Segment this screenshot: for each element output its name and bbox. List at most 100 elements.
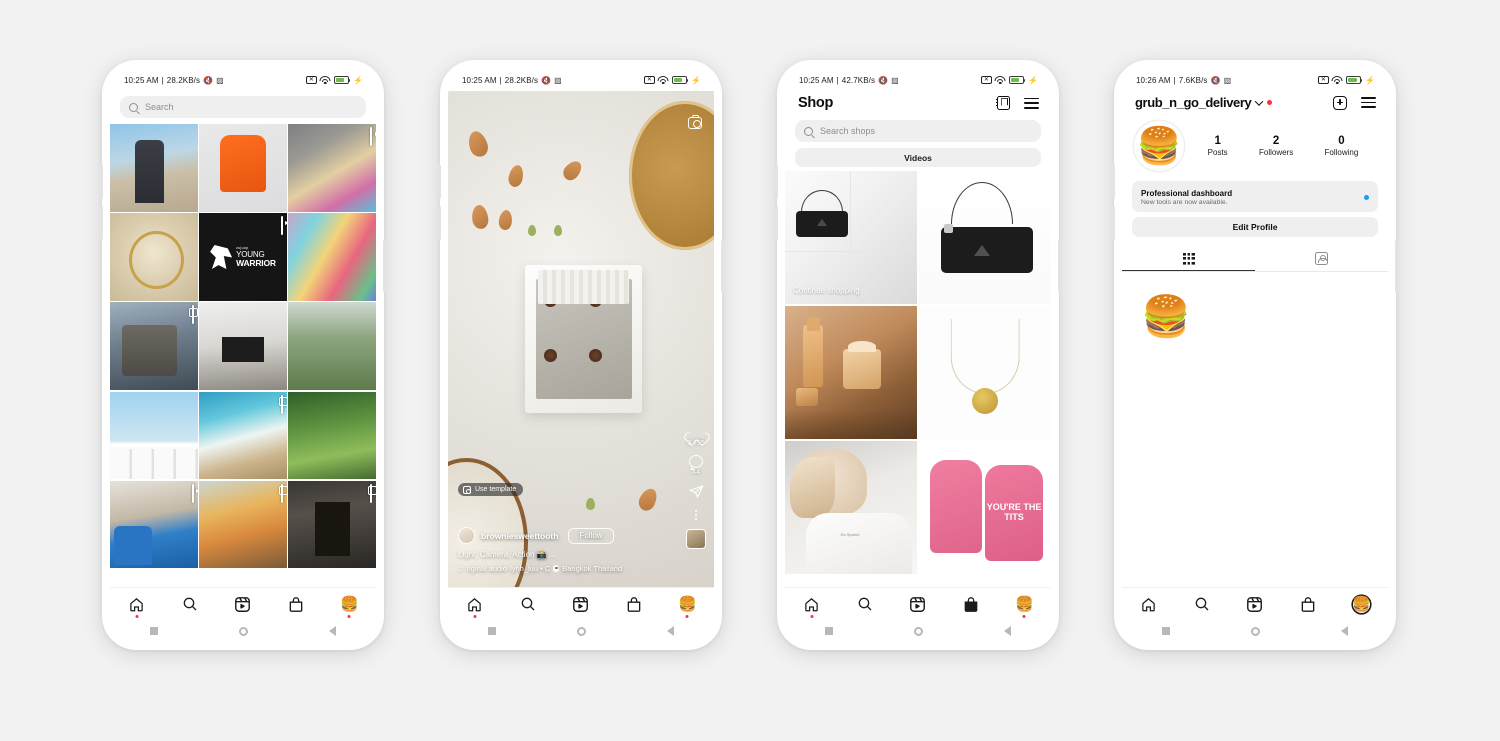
home-tab[interactable]: [795, 591, 829, 618]
volume-up-button[interactable]: [775, 165, 778, 199]
track-thumbnail[interactable]: [686, 529, 706, 549]
shop-tab[interactable]: [954, 591, 988, 617]
camera-icon[interactable]: [688, 114, 702, 129]
product-white-sweatshirt[interactable]: Go Sports!: [785, 441, 917, 574]
profile-tab[interactable]: 🍔: [332, 591, 366, 618]
add-new-icon[interactable]: [1333, 95, 1347, 110]
share-button[interactable]: [689, 484, 704, 499]
explore-tile[interactable]: zujuop YOUNG WARRIOR: [199, 213, 287, 301]
audio-row[interactable]: ♫ riginal audio lynh_luu • C Bangkok Tha…: [458, 564, 670, 573]
recents-icon[interactable]: [825, 627, 834, 635]
product-gold-necklace[interactable]: [919, 306, 1051, 439]
tagged-tab[interactable]: [1255, 247, 1388, 271]
username[interactable]: browniesweettooth: [481, 531, 558, 541]
volume-up-button[interactable]: [1112, 165, 1115, 199]
reels-tab[interactable]: [226, 591, 260, 617]
home-circle-icon[interactable]: [576, 626, 586, 636]
recents-icon[interactable]: [1162, 627, 1171, 635]
explore-tile[interactable]: [110, 480, 198, 569]
home-icon: [466, 597, 483, 612]
wifi-icon: [657, 75, 669, 85]
search-tab[interactable]: [1185, 591, 1219, 617]
power-button[interactable]: [1058, 240, 1061, 292]
recents-icon[interactable]: [150, 627, 159, 635]
product-pink-hoodie[interactable]: YOU'RE THE TITS: [919, 441, 1051, 574]
recents-icon[interactable]: [488, 627, 497, 635]
profile-tab[interactable]: 🍔: [1344, 591, 1378, 617]
explore-tile[interactable]: [110, 213, 198, 301]
volume-down-button[interactable]: [1112, 206, 1115, 240]
home-tab[interactable]: [458, 591, 492, 618]
home-tab[interactable]: [120, 591, 154, 618]
explore-tile[interactable]: [288, 480, 376, 569]
reels-tab[interactable]: [1238, 591, 1272, 617]
back-triangle-icon[interactable]: [666, 626, 674, 636]
back-triangle-icon[interactable]: [1340, 626, 1348, 636]
home-circle-icon[interactable]: [913, 626, 923, 636]
volume-up-button[interactable]: [100, 165, 103, 199]
status-time: 10:25 AM: [462, 75, 497, 85]
shop-tab[interactable]: [617, 591, 651, 617]
explore-tile[interactable]: [110, 391, 198, 480]
stat-posts[interactable]: 1 Posts: [1208, 135, 1228, 157]
videos-filter-button[interactable]: Videos: [795, 148, 1041, 167]
stat-following[interactable]: 0 Following: [1325, 135, 1359, 157]
hamburger-menu-icon[interactable]: [1361, 97, 1376, 108]
account-switcher[interactable]: grub_n_go_delivery: [1135, 95, 1273, 110]
search-tab[interactable]: [511, 591, 545, 617]
back-triangle-icon[interactable]: [1003, 626, 1011, 636]
home-tab[interactable]: [1132, 591, 1166, 617]
home-circle-icon[interactable]: [238, 626, 248, 636]
product-skincare-set[interactable]: [785, 306, 917, 439]
use-template-button[interactable]: Use template: [458, 483, 524, 496]
search-tab[interactable]: [173, 591, 207, 617]
explore-tile[interactable]: [288, 302, 376, 391]
product-black-bag[interactable]: [919, 171, 1051, 304]
explore-tile[interactable]: [288, 391, 376, 480]
explore-tile[interactable]: [288, 213, 376, 301]
more-dots-icon[interactable]: [694, 509, 698, 520]
shop-tab[interactable]: [1291, 591, 1325, 617]
search-tab[interactable]: [848, 591, 882, 617]
reels-tab[interactable]: [901, 591, 935, 617]
post-burger[interactable]: 🍔: [1122, 272, 1211, 361]
reel-video[interactable]: 8,755 44 Use template browniesweettooth …: [448, 91, 714, 587]
continue-shopping-card[interactable]: Continue shopping: [785, 171, 917, 304]
back-triangle-icon[interactable]: [328, 626, 336, 636]
explore-tile[interactable]: [110, 302, 198, 391]
stat-followers[interactable]: 2 Followers: [1259, 135, 1293, 157]
explore-tile[interactable]: [288, 124, 376, 212]
profile-tab[interactable]: 🍔: [1007, 591, 1041, 618]
reels-tab[interactable]: [564, 591, 598, 617]
power-button[interactable]: [721, 240, 724, 292]
vibrate-icon: ▨: [216, 75, 224, 85]
explore-tile[interactable]: [199, 302, 287, 391]
shop-tab[interactable]: [279, 591, 313, 617]
like-button[interactable]: 8,755: [687, 425, 705, 447]
avatar[interactable]: [458, 527, 475, 544]
home-icon: [128, 597, 145, 612]
follow-button[interactable]: Follow: [568, 527, 614, 544]
comment-button[interactable]: 44: [689, 454, 703, 476]
avatar[interactable]: 🍔: [1134, 121, 1184, 171]
grid-tab[interactable]: [1122, 247, 1255, 271]
search-input[interactable]: Search: [120, 96, 366, 118]
hamburger-menu-icon[interactable]: [1024, 97, 1039, 109]
power-button[interactable]: [383, 240, 386, 292]
home-circle-icon[interactable]: [1250, 626, 1260, 636]
volume-down-button[interactable]: [775, 206, 778, 240]
search-shops-input[interactable]: Search shops: [795, 120, 1041, 142]
explore-tile[interactable]: [199, 480, 287, 569]
edit-profile-button[interactable]: Edit Profile: [1132, 217, 1378, 237]
volume-up-button[interactable]: [438, 165, 441, 199]
volume-down-button[interactable]: [438, 206, 441, 240]
explore-tile[interactable]: [199, 124, 287, 212]
professional-dashboard-card[interactable]: Professional dashboard New tools are now…: [1132, 181, 1378, 212]
saved-collections-icon[interactable]: [995, 96, 1010, 110]
volume-down-button[interactable]: [100, 206, 103, 240]
explore-tile[interactable]: [110, 124, 198, 212]
power-button[interactable]: [1395, 240, 1398, 292]
notification-dot: [347, 615, 351, 618]
profile-tab[interactable]: 🍔: [670, 591, 704, 618]
explore-tile[interactable]: [199, 391, 287, 480]
